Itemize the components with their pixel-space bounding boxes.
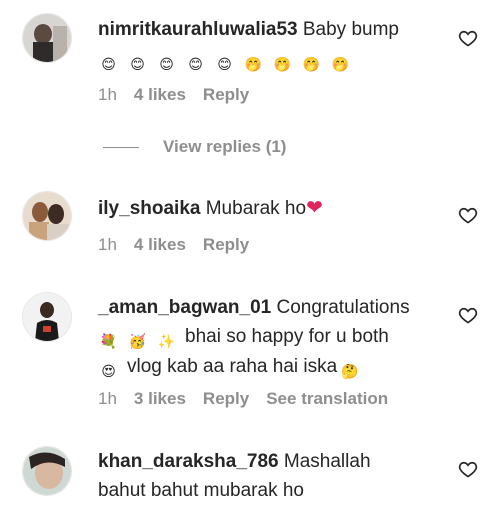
- partying-face-emoji: 🥳: [128, 333, 147, 349]
- hand-over-mouth-emoji: 🤭: [302, 56, 321, 72]
- avatar[interactable]: [22, 13, 72, 63]
- comment-meta: 1h 4 likes Reply: [98, 235, 249, 255]
- reply-button[interactable]: Reply: [203, 389, 249, 409]
- comment-body: Mubarak ho: [205, 198, 307, 219]
- comment-username[interactable]: nimritkaurahluwalia53: [98, 19, 298, 40]
- comment-time: 1h: [98, 85, 117, 104]
- comment-body-line3: vlog kab aa raha hai iska: [127, 356, 338, 377]
- comment-body: Mashallah: [283, 451, 371, 472]
- likes-count[interactable]: 4 likes: [134, 85, 186, 105]
- smile-emoji: 😊: [217, 56, 232, 72]
- comment-username[interactable]: _aman_bagwan_01: [98, 297, 271, 318]
- comment-line: 💐 🥳 ✨ bhai so happy for u both: [98, 322, 438, 352]
- comment-body-line2: bahut bahut mubarak ho: [98, 480, 304, 501]
- reply-button[interactable]: Reply: [203, 85, 249, 105]
- reply-button[interactable]: Reply: [203, 235, 249, 255]
- thinking-face-emoji: 🤔: [340, 363, 359, 379]
- comment-meta: 1h 4 likes Reply: [98, 85, 249, 105]
- sparkles-emoji: ✨: [157, 333, 176, 349]
- heart-icon[interactable]: [458, 459, 478, 479]
- comment-body-line2: bhai so happy for u both: [185, 326, 389, 347]
- comment-text: ily_shoaika Mubarak ho❤: [98, 194, 438, 223]
- see-translation-button[interactable]: See translation: [266, 389, 388, 409]
- likes-count[interactable]: 3 likes: [134, 389, 186, 409]
- hand-over-mouth-emoji: 🤭: [244, 56, 263, 72]
- avatar[interactable]: [22, 292, 72, 342]
- view-replies-button[interactable]: View replies (1): [103, 137, 286, 157]
- comment-username[interactable]: khan_daraksha_786: [98, 451, 279, 472]
- bouquet-emoji: 💐: [99, 333, 118, 349]
- avatar[interactable]: [22, 191, 72, 241]
- comment-time: 1h: [98, 235, 117, 254]
- hand-over-mouth-emoji: 🤭: [273, 56, 292, 72]
- red-heart-emoji: ❤: [306, 197, 323, 219]
- comment-body: Baby bump: [302, 19, 399, 40]
- comment-text: _aman_bagwan_01 Congratulations 💐 🥳 ✨ bhai …: [98, 293, 438, 382]
- smile-emoji: 😊: [188, 56, 203, 72]
- emoji-row: 😊 😊 😊 😊 😊 🤭 🤭 🤭 🤭: [98, 45, 438, 75]
- comment-text: khan_daraksha_786 Mashallah bahut bahut …: [98, 447, 438, 505]
- view-replies-label: View replies (1): [163, 137, 287, 156]
- comment-text: nimritkaurahluwalia53 Baby bump 😊 😊 😊 😊 😊 🤭 🤭 🤭…: [98, 15, 438, 75]
- avatar[interactable]: [22, 446, 72, 496]
- comment-meta: 1h 3 likes Reply See translation: [98, 389, 388, 409]
- heart-eyes-emoji: 😍: [101, 363, 116, 379]
- smile-emoji: 😊: [159, 56, 174, 72]
- comment-time: 1h: [98, 389, 117, 408]
- comment-line: 😍 vlog kab aa raha hai iska 🤔: [98, 352, 438, 382]
- likes-count[interactable]: 4 likes: [134, 235, 186, 255]
- heart-icon[interactable]: [458, 28, 478, 48]
- comment-body: Congratulations: [276, 297, 410, 318]
- heart-icon[interactable]: [458, 205, 478, 225]
- smile-emoji: 😊: [101, 56, 116, 72]
- comment-username[interactable]: ily_shoaika: [98, 198, 200, 219]
- heart-icon[interactable]: [458, 305, 478, 325]
- smile-emoji: 😊: [130, 56, 145, 72]
- divider-line: [103, 146, 139, 148]
- hand-over-mouth-emoji: 🤭: [331, 56, 350, 72]
